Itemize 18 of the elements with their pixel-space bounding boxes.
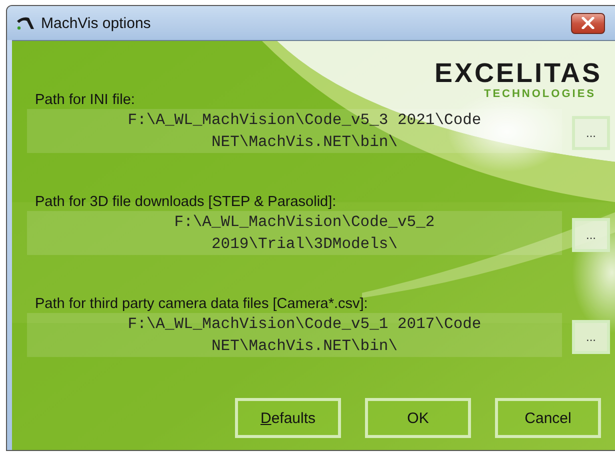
logo-tagline: TECHNOLOGIES	[484, 88, 596, 101]
dialog-button[interactable]: Defaults	[235, 398, 341, 438]
path-value: F:\A_WL_MachVision\Code_v5_3 2021\Code NET\MachVis.NET\bin\	[27, 109, 562, 153]
path-value: F:\A_WL_MachVision\Code_v5_2 2019\Trial\3DModels\	[27, 211, 562, 255]
dialog-button[interactable]: Cancel	[495, 398, 601, 438]
path-label: Path for third party camera data files [Camera*.csv]:	[35, 295, 368, 313]
dialog-button[interactable]: OK	[365, 398, 471, 438]
close-icon	[581, 17, 595, 29]
path-label: Path for 3D file downloads [STEP & Parasolid]:	[35, 193, 336, 211]
company-logo: EXCELITAS	[434, 58, 602, 88]
browse-button[interactable]: ...	[572, 320, 610, 354]
path-value: F:\A_WL_MachVision\Code_v5_1 2017\Code NET\MachVis.NET\bin\	[27, 313, 562, 357]
browse-button[interactable]: ...	[572, 218, 610, 252]
browse-button[interactable]: ...	[572, 116, 610, 150]
close-button[interactable]	[571, 12, 605, 34]
window-title: MachVis options	[41, 14, 151, 32]
app-icon	[15, 15, 35, 31]
path-label: Path for INI file:	[35, 91, 135, 109]
